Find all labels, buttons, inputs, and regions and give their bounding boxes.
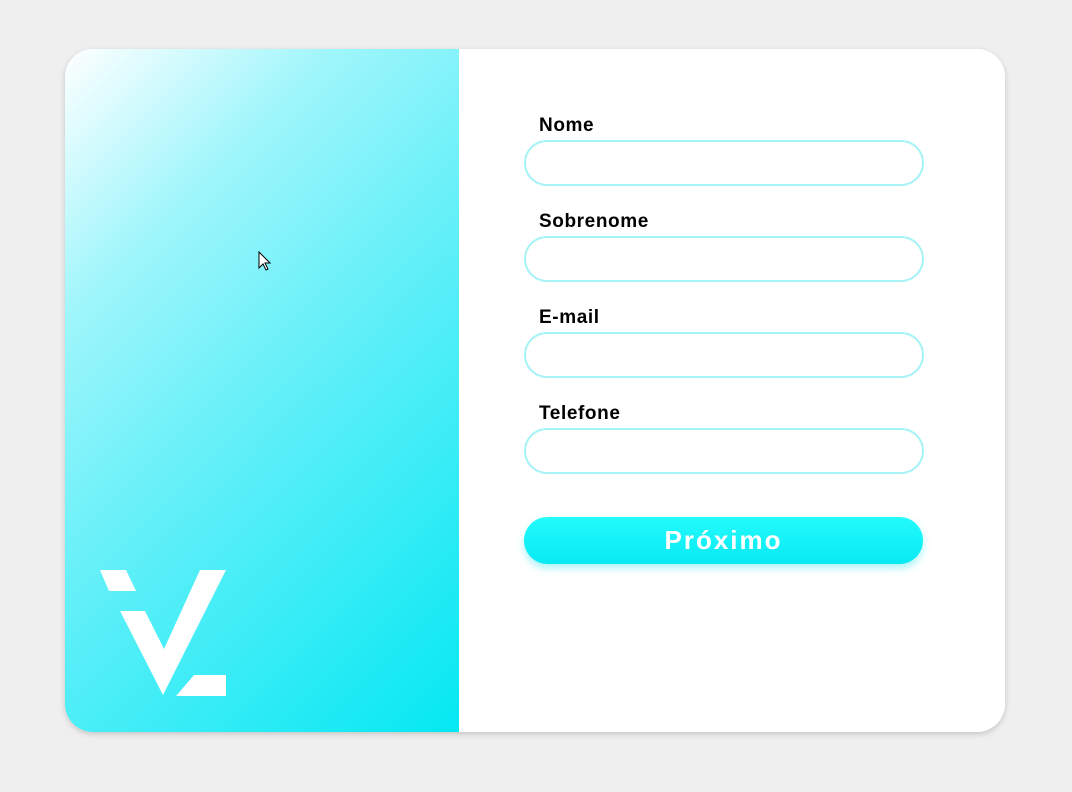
nome-input[interactable] (524, 140, 924, 186)
nome-label: Nome (539, 115, 595, 136)
email-field-group: E-mail (524, 307, 924, 378)
telefone-input[interactable] (524, 428, 924, 474)
mouse-pointer-icon (258, 251, 272, 271)
telefone-label: Telefone (539, 403, 621, 424)
email-input[interactable] (524, 332, 924, 378)
nome-field-group: Nome (524, 115, 924, 186)
sobrenome-input[interactable] (524, 236, 924, 282)
vl-logo-icon (100, 570, 226, 696)
signup-card: Nome Sobrenome E-mail Telefone Próximo (65, 49, 1005, 732)
sobrenome-label: Sobrenome (539, 211, 649, 232)
next-button[interactable]: Próximo (524, 517, 923, 564)
email-label: E-mail (539, 307, 600, 328)
telefone-field-group: Telefone (524, 403, 924, 474)
sobrenome-field-group: Sobrenome (524, 211, 924, 282)
form-panel: Nome Sobrenome E-mail Telefone Próximo (459, 49, 1005, 732)
hero-panel (65, 49, 459, 732)
